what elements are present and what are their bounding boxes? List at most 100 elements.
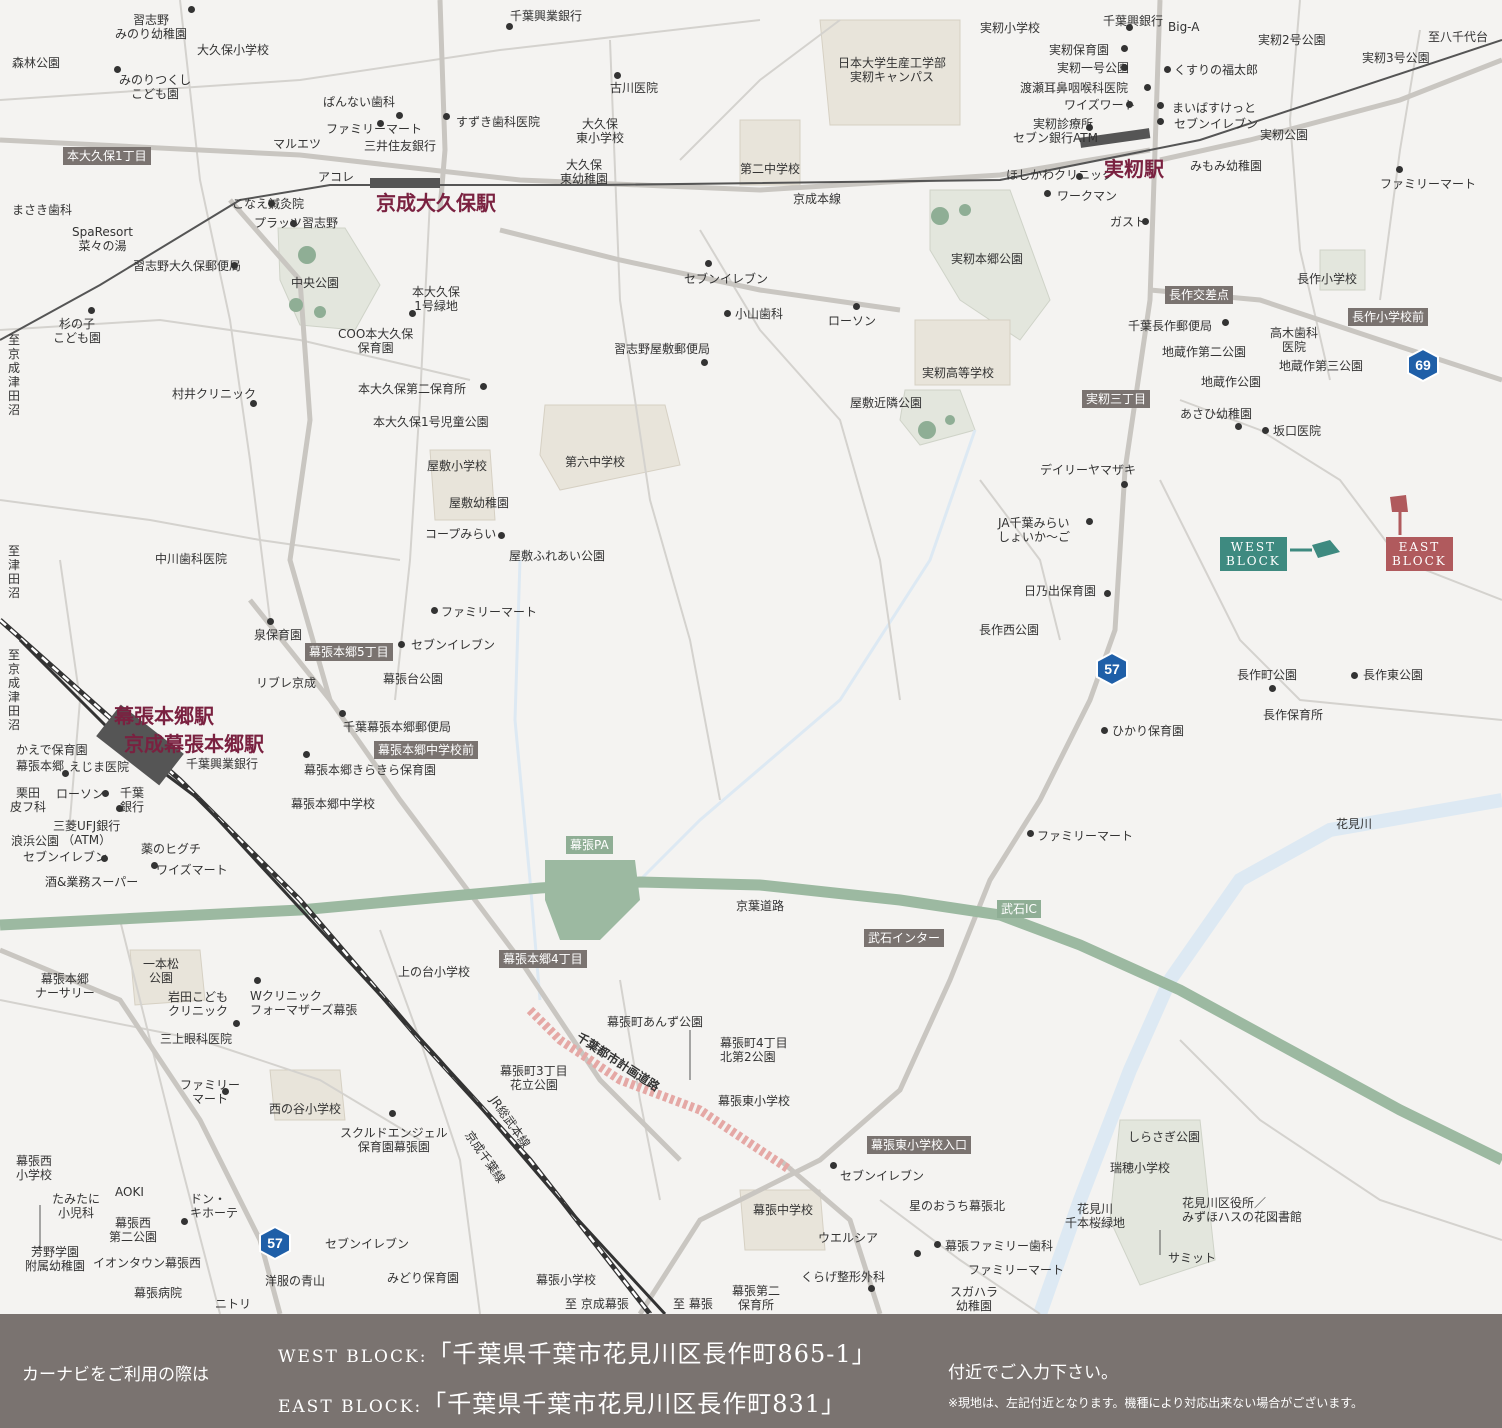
label-aeon-town: イオンタウン幕張西 [93, 1256, 202, 1270]
label-to-yachiyodai: 至八千代台 [1428, 30, 1489, 44]
label-mimomi-hongo-park: 実籾本郷公園 [951, 252, 1024, 266]
label-familymart-makuhari-north: ファミリーマート [441, 605, 538, 619]
station-keisei-okubo[interactable]: 京成大久保駅 [376, 187, 496, 216]
label-jizosaku-2-park: 地蔵作第二公園 [1162, 345, 1247, 359]
poi-dot [250, 400, 257, 407]
poi-dot [1164, 66, 1171, 73]
poi-dot [1104, 590, 1111, 597]
label-wisemart: ワイズマート [156, 863, 228, 877]
tag-takeishi-ic: 武石IC [997, 900, 1041, 918]
poi-dot [705, 260, 712, 267]
poi-dot [398, 641, 405, 648]
poi-dot [396, 112, 403, 119]
label-hoshinoouchi: 星のおうち幕張北 [909, 1199, 1006, 1213]
label-gusto: ガスト [1110, 215, 1147, 229]
label-don-quijote: ドン・ キホーテ [190, 1192, 239, 1220]
label-lawson-center: ローソン [828, 314, 877, 328]
west-block-marker[interactable]: WEST BLOCK [1220, 537, 1287, 571]
label-senbonzakura-green: 花見川 千本桜緑地 [1065, 1202, 1126, 1230]
label-mimomi-2-park: 実籾2号公園 [1258, 33, 1326, 47]
label-lawson-hongo: ローソン [56, 787, 105, 801]
label-sixth-junior-high: 第六中学校 [565, 455, 626, 469]
east-block-site [1390, 495, 1408, 535]
poi-dot [267, 618, 274, 625]
label-seven-eleven-mimomi: セブンイレブン [1174, 117, 1259, 131]
poi-dot [114, 66, 121, 73]
area-map[interactable]: 習志野 みのり幼稚園 大久保小学校 森林公園 みのりつくし こども園 千葉興業銀… [0, 0, 1502, 1314]
label-coop-mirai: コープみらい [425, 527, 497, 541]
label-seven-eleven-makuhari-north: セブンイレブン [411, 638, 496, 652]
label-makuhari-dai-park: 幕張台公園 [383, 672, 444, 686]
map-base [0, 0, 1502, 1314]
label-mikami-eye: 三上眼科医院 [160, 1032, 233, 1046]
label-hinode-nursery: 日乃出保育園 [1024, 584, 1097, 598]
label-to-keisei-tsudanuma-2: 至 京 成 津 田 沼 [8, 648, 21, 732]
label-nishinoya-elementary: 西の谷小学校 [269, 1102, 342, 1116]
label-okubo-elementary: 大久保小学校 [197, 43, 270, 57]
label-familymart-ne: ファミリーマート [1380, 177, 1477, 191]
minor-roads [0, 0, 1502, 1314]
label-konae-acupuncture: こなえ鍼灸院 [232, 197, 305, 211]
label-familymart-se: ファミリーマート [968, 1263, 1065, 1277]
label-suginoko: 杉の子 こども園 [53, 317, 102, 345]
label-mimomi-3-park: 実籾3号公園 [1362, 51, 1430, 65]
route-57-number: 57 [267, 1235, 283, 1251]
poi-dot [339, 710, 346, 717]
label-w-clinic: Wクリニック フォーマザーズ幕張 [250, 989, 358, 1017]
label-suzuki-dental: すずき歯科医院 [456, 115, 541, 129]
label-sugahara-kindergarten: スガハラ 幼稚園 [950, 1285, 999, 1313]
route-57-number: 57 [1104, 661, 1120, 677]
label-chiba-bank: 千葉 銀行 [120, 786, 145, 814]
poi-dot [254, 977, 261, 984]
poi-dot [389, 1110, 396, 1117]
poi-dot [1351, 672, 1358, 679]
station-keisei-makuhari-hongo[interactable]: 京成幕張本郷駅 [124, 728, 264, 757]
label-jizosaku-park: 地蔵作公園 [1201, 375, 1262, 389]
east-block-marker[interactable]: EAST BLOCK [1386, 537, 1453, 571]
label-makuhari-hongo-small: 幕張本郷 [16, 759, 65, 773]
label-jizosaku-3-park: 地蔵作第三公園 [1279, 359, 1364, 373]
poi-dot [1262, 427, 1269, 434]
label-iwata-clinic: 岩田こども クリニック [168, 990, 229, 1018]
label-aoyama: 洋服の青山 [265, 1274, 326, 1288]
label-namihama-park: 浪浜公園 [11, 834, 60, 848]
label-maruetsu: マルエツ [273, 137, 322, 151]
label-aoki: AOKI [115, 1185, 144, 1199]
makuhari-pa [545, 860, 640, 940]
label-nagasaku-east-park: 長作東公園 [1363, 668, 1424, 682]
label-makuhari-nishi-elementary: 幕張西 小学校 [16, 1154, 53, 1182]
label-makuhari-4-north-park: 幕張町4丁目 北第2公園 [720, 1036, 788, 1064]
label-workman: ワークマン [1057, 189, 1118, 203]
label-familymart-sw: ファミリー マート [180, 1078, 241, 1106]
label-hikari-nursery: ひかり保育園 [1112, 724, 1185, 738]
label-makuhari-hongo-nursery: 幕張本郷 ナーサリー [35, 972, 95, 1000]
poi-dot [724, 310, 731, 317]
label-furukawa-clinic: 古川医院 [610, 81, 659, 95]
label-libre-keisei: リブレ京成 [256, 676, 317, 690]
label-sake-gyomu: 酒&業務スーパー [45, 875, 139, 889]
west-block-address-label: WEST BLOCK: [278, 1347, 428, 1367]
label-second-junior-high: 第二中学校 [740, 162, 801, 176]
label-hanamigawa-ward-office: 花見川区役所／ みずほハスの花図書館 [1182, 1196, 1303, 1224]
station-mimomi[interactable]: 実籾駅 [1104, 153, 1164, 182]
hanamigawa-river [1033, 793, 1502, 1314]
poi-dot [614, 72, 621, 79]
label-koyama-dental: 小山歯科 [735, 307, 784, 321]
label-mimomi-park: 実籾公園 [1260, 128, 1309, 142]
label-makuhari-3-hanadate-park: 幕張町3丁目 花立公園 [500, 1064, 568, 1092]
label-asahi-kindergarten: あさひ幼稚園 [1180, 407, 1253, 421]
station-makuhari-hongo[interactable]: 幕張本郷駅 [114, 700, 214, 729]
label-midori-nursery: みどり保育園 [387, 1271, 460, 1285]
label-spa-resort: SpaResort 菜々の湯 [72, 225, 134, 253]
label-coo-nursery: COO本大久保 保育園 [338, 327, 414, 355]
label-yashiki-kinrin-park: 屋敷近隣公園 [850, 396, 923, 410]
poi-dot [188, 6, 195, 13]
poi-dot [303, 751, 310, 758]
poi-dot [498, 532, 505, 539]
poi-dot [1121, 45, 1128, 52]
footer-tail: 付近でご入力下さい。 [948, 1363, 1118, 1383]
label-chiba-kogyo-bank-north: 千葉興業銀行 [510, 9, 583, 23]
route-57-shield-west: 57 [258, 1225, 292, 1261]
label-okubo-higashi-kindergarten: 大久保 東幼稚園 [560, 158, 609, 186]
navigation-footer: カーナビをご利用の際は WEST BLOCK:「千葉県千葉市花見川区長作町865… [0, 1314, 1502, 1428]
